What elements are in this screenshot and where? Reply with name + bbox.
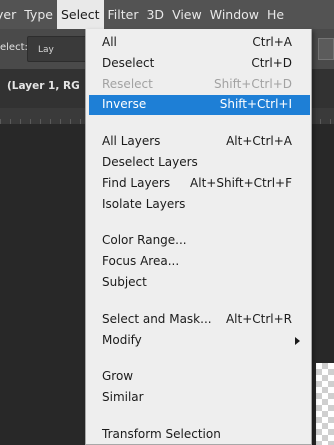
menu-bar: yer Type Select Filter 3D View Window He	[0, 0, 334, 29]
menu-item-modify[interactable]: Modify	[86, 331, 311, 351]
menu-view[interactable]: View	[168, 0, 206, 29]
menu-item-find-layers[interactable]: Find Layers Alt+Shift+Ctrl+F	[86, 174, 311, 194]
sample-layers-dropdown[interactable]: Lay	[27, 36, 87, 62]
select-option-label: elect:	[0, 42, 28, 53]
menu-item-inverse[interactable]: Inverse Shift+Ctrl+I	[89, 95, 310, 115]
menu-3d[interactable]: 3D	[142, 0, 168, 29]
menu-item-reselect[interactable]: Reselect Shift+Ctrl+D	[86, 75, 311, 95]
document-tab[interactable]: (Layer 1, RG	[7, 80, 80, 92]
menu-layer[interactable]: yer	[0, 0, 20, 29]
menu-item-deselect-layers[interactable]: Deselect Layers	[86, 153, 311, 173]
menu-item-grow[interactable]: Grow	[86, 367, 311, 387]
menu-item-isolate-layers[interactable]: Isolate Layers	[86, 195, 311, 215]
select-menu: All Ctrl+A Deselect Ctrl+D Reselect Shif…	[85, 29, 312, 445]
menu-item-color-range[interactable]: Color Range...	[86, 231, 311, 251]
menu-select[interactable]: Select	[56, 0, 104, 29]
menu-help[interactable]: He	[263, 0, 288, 29]
submenu-arrow-icon	[295, 337, 300, 345]
menu-item-all-layers[interactable]: All Layers Alt+Ctrl+A	[86, 132, 311, 152]
menu-item-deselect[interactable]: Deselect Ctrl+D	[86, 54, 311, 74]
transparent-canvas	[316, 363, 334, 445]
menu-item-subject[interactable]: Subject	[86, 273, 311, 293]
menu-item-transform-selection[interactable]: Transform Selection	[86, 425, 311, 444]
menu-type[interactable]: Type	[20, 0, 57, 29]
menu-item-all[interactable]: All Ctrl+A	[86, 33, 311, 53]
menu-item-focus-area[interactable]: Focus Area...	[86, 252, 311, 272]
menu-window[interactable]: Window	[206, 0, 263, 29]
options-button[interactable]	[318, 38, 334, 60]
menu-item-select-and-mask[interactable]: Select and Mask... Alt+Ctrl+R	[86, 310, 311, 330]
menu-item-similar[interactable]: Similar	[86, 388, 311, 408]
menu-filter[interactable]: Filter	[104, 0, 143, 29]
